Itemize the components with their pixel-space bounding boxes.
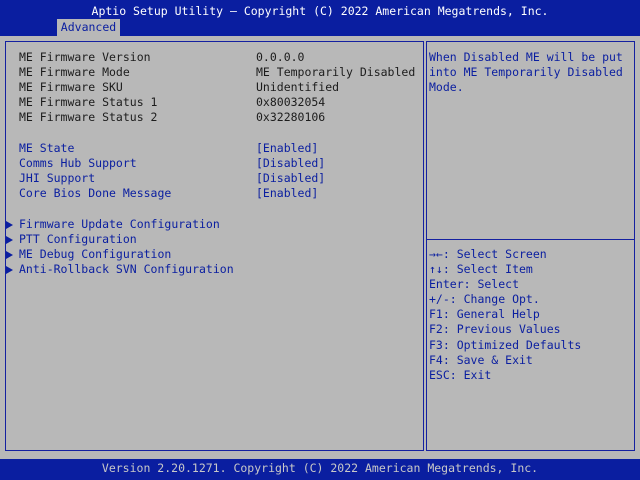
submenu-anti-rollback[interactable]: Anti-Rollback SVN Configuration — [6, 262, 234, 277]
tab-advanced[interactable]: Advanced — [57, 19, 120, 36]
submenu-arrow-icon — [6, 221, 13, 229]
submenu-label: Anti-Rollback SVN Configuration — [19, 262, 234, 276]
info-value-fw-status-2: 0x32280106 — [256, 110, 326, 124]
key-hint-previous-values: F2: Previous Values — [429, 322, 561, 336]
submenu-arrow-icon — [6, 251, 13, 259]
option-value-comms-hub[interactable]: [Disabled] — [256, 156, 325, 171]
submenu-firmware-update[interactable]: Firmware Update Configuration — [6, 217, 220, 232]
submenu-label: Firmware Update Configuration — [19, 217, 220, 231]
option-value-core-bios-done[interactable]: [Enabled] — [256, 186, 318, 201]
footer-version: Version 2.20.1271. Copyright (C) 2022 Am… — [101, 461, 539, 475]
key-hint-select-item: ↑↓: Select Item — [429, 262, 533, 276]
help-divider — [427, 239, 634, 240]
option-value-jhi[interactable]: [Disabled] — [256, 171, 325, 186]
window-title: Aptio Setup Utility – Copyright (C) 2022… — [91, 4, 549, 18]
info-value-fw-status-1: 0x80032054 — [256, 95, 326, 109]
key-hint-select-screen: →←: Select Screen — [429, 247, 547, 261]
option-label-comms-hub[interactable]: Comms Hub Support — [19, 156, 137, 171]
info-label-fw-sku: ME Firmware SKU — [19, 80, 123, 94]
submenu-label: ME Debug Configuration — [19, 247, 172, 261]
submenu-ptt[interactable]: PTT Configuration — [6, 232, 137, 247]
submenu-arrow-icon — [6, 236, 13, 244]
help-frame — [426, 41, 635, 451]
key-hint-enter: Enter: Select — [429, 277, 520, 291]
submenu-arrow-icon — [6, 266, 13, 274]
key-hint-optimized-defaults: F3: Optimized Defaults — [429, 338, 582, 352]
help-text-line: When Disabled ME will be put — [429, 50, 623, 64]
option-label-me-state[interactable]: ME State — [19, 141, 74, 156]
info-value-fw-sku: Unidentified — [256, 80, 340, 94]
key-hint-esc-exit: ESC: Exit — [429, 368, 492, 382]
option-value-me-state[interactable]: [Enabled] — [256, 141, 318, 156]
option-label-core-bios-done[interactable]: Core Bios Done Message — [19, 186, 171, 201]
info-value-fw-version: 0.0.0.0 — [256, 50, 305, 64]
info-value-fw-mode: ME Temporarily Disabled — [256, 65, 416, 79]
help-text-line: Mode. — [429, 80, 464, 94]
key-hint-general-help: F1: General Help — [429, 307, 540, 321]
option-label-jhi[interactable]: JHI Support — [19, 171, 95, 186]
help-text-line: into ME Temporarily Disabled — [429, 65, 623, 79]
submenu-label: PTT Configuration — [19, 232, 137, 246]
key-hint-save-exit: F4: Save & Exit — [429, 353, 533, 367]
info-label-fw-status-1: ME Firmware Status 1 — [19, 95, 158, 109]
submenu-me-debug[interactable]: ME Debug Configuration — [6, 247, 171, 262]
info-label-fw-status-2: ME Firmware Status 2 — [19, 110, 158, 124]
key-hint-change-opt: +/-: Change Opt. — [429, 292, 540, 306]
info-label-fw-version: ME Firmware Version — [19, 50, 151, 64]
info-label-fw-mode: ME Firmware Mode — [19, 65, 130, 79]
